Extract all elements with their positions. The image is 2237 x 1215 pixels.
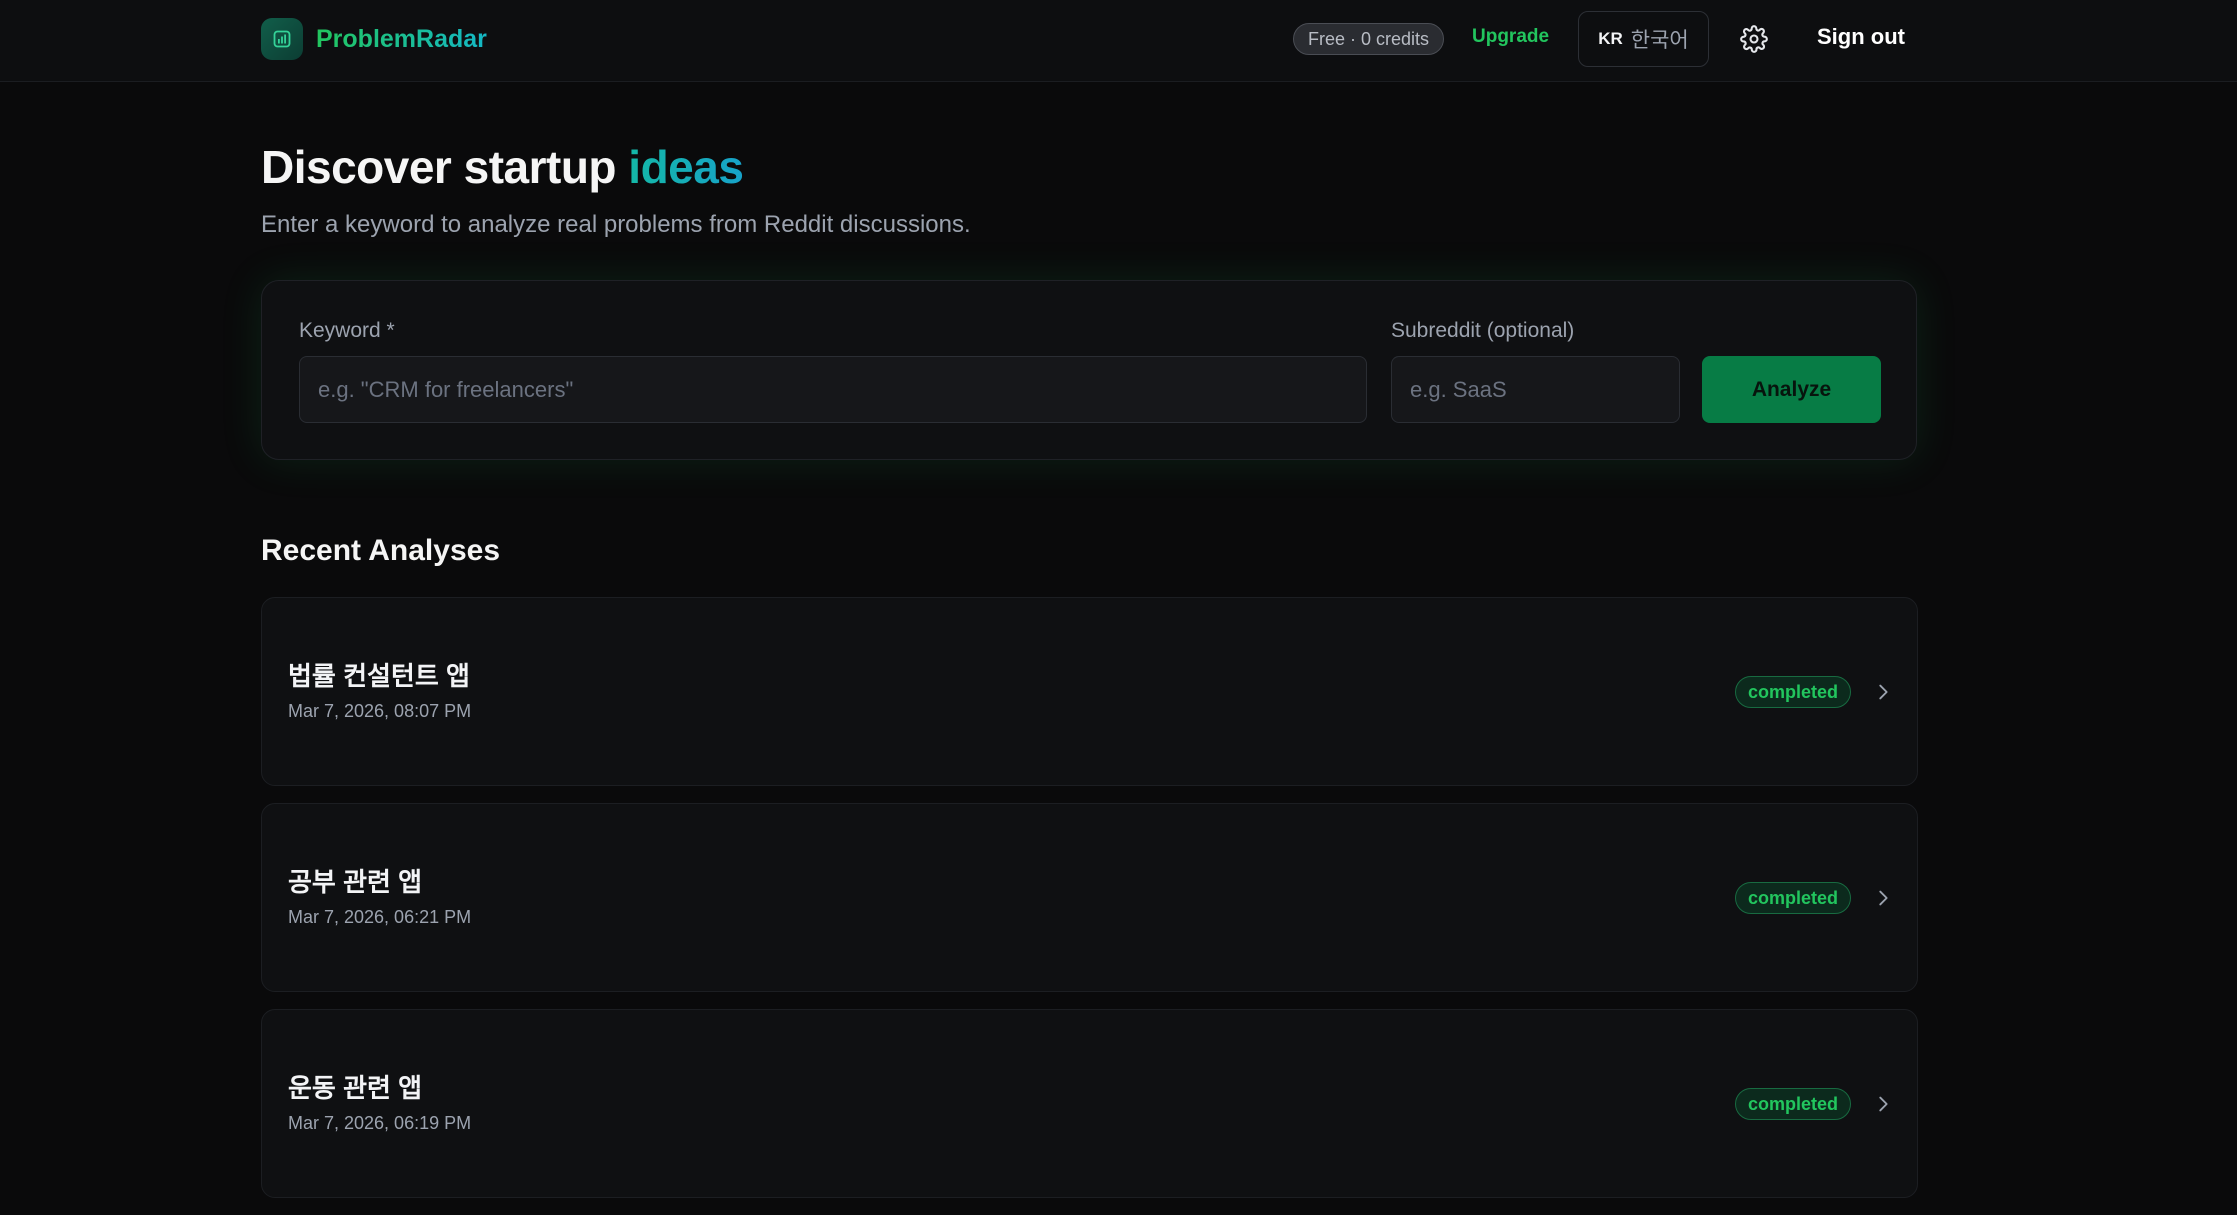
status-badge: completed <box>1735 882 1852 914</box>
brand-name: ProblemRadar <box>316 24 487 53</box>
subreddit-label: Subreddit (optional) <box>1391 319 1575 342</box>
top-navbar: ProblemRadar Free · 0 credits Upgrade KR… <box>0 0 2237 82</box>
analysis-date: Mar 7, 2026, 08:07 PM <box>288 701 472 721</box>
analysis-title: 법률 컨설턴트 앱 <box>288 661 470 691</box>
chevron-right-icon <box>1879 684 1888 700</box>
language-label: 한국어 <box>1630 29 1689 52</box>
search-form-card: Keyword * Subreddit (optional) Analyze <box>261 280 1917 460</box>
status-badge: completed <box>1735 676 1852 708</box>
keyword-input[interactable] <box>299 356 1367 423</box>
gear-icon[interactable] <box>1740 25 1768 53</box>
recent-analyses-title: Recent Analyses <box>261 534 501 567</box>
analyze-button[interactable]: Analyze <box>1702 356 1881 423</box>
sign-out-button[interactable]: Sign out <box>1817 24 1905 50</box>
chevron-right-icon <box>1879 890 1888 906</box>
analysis-title: 공부 관련 앱 <box>288 867 423 897</box>
page-title-prefix: Discover startup <box>261 141 629 193</box>
subreddit-input[interactable] <box>1391 356 1680 423</box>
analysis-title: 운동 관련 앱 <box>288 1073 423 1103</box>
chevron-right-icon <box>1879 1096 1888 1112</box>
recent-analyses-list: 법률 컨설턴트 앱 Mar 7, 2026, 08:07 PM complete… <box>261 597 1918 1215</box>
analysis-item[interactable]: 공부 관련 앱 Mar 7, 2026, 06:21 PM completed <box>261 803 1918 992</box>
analysis-item[interactable]: 법률 컨설턴트 앱 Mar 7, 2026, 08:07 PM complete… <box>261 597 1918 786</box>
chart-icon <box>261 18 303 60</box>
brand-logo[interactable]: ProblemRadar <box>261 18 487 60</box>
language-code: KR <box>1598 29 1623 48</box>
analysis-date: Mar 7, 2026, 06:21 PM <box>288 907 472 927</box>
analysis-date: Mar 7, 2026, 06:19 PM <box>288 1113 472 1133</box>
keyword-label: Keyword * <box>299 319 395 342</box>
credits-badge: Free · 0 credits <box>1293 23 1445 55</box>
analysis-item[interactable]: 운동 관련 앱 Mar 7, 2026, 06:19 PM completed <box>261 1009 1918 1198</box>
page-title: Discover startup ideas <box>261 140 744 194</box>
upgrade-link[interactable]: Upgrade <box>1472 26 1549 48</box>
page-subtitle: Enter a keyword to analyze real problems… <box>261 211 971 238</box>
status-badge: completed <box>1735 1088 1852 1120</box>
language-switcher[interactable]: KR 한국어 <box>1578 11 1709 67</box>
page-title-accent: ideas <box>628 141 744 193</box>
